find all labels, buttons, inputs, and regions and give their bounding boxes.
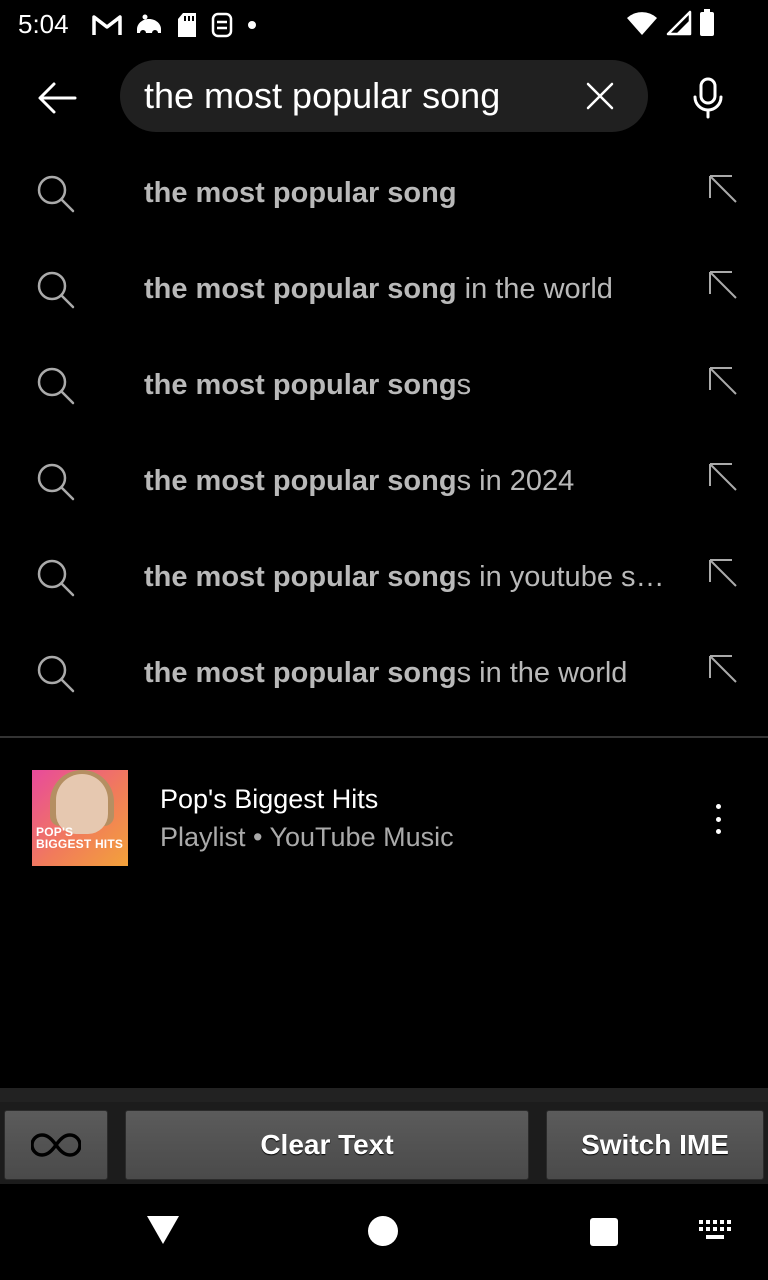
suggestion-list: the most popular song the most popular s… (0, 146, 768, 722)
ime-toolbar: Clear Text Switch IME (0, 1088, 768, 1184)
arrow-up-left-icon[interactable] (706, 268, 738, 300)
sd-card-icon (178, 13, 196, 37)
search-icon (37, 367, 75, 405)
suggestion-bold: the most popular song (144, 273, 457, 305)
suggestion-bold: the most popular song (144, 177, 457, 209)
suggestion-rest: s in 2024 (456, 465, 575, 497)
arrow-up-left-icon[interactable] (706, 172, 738, 204)
suggestion-text: the most popular song in the world (144, 270, 689, 308)
search-header (0, 48, 768, 148)
back-button[interactable] (30, 76, 84, 120)
more-vert-icon (715, 804, 721, 809)
result-subtitle: Playlist • YouTube Music (160, 822, 454, 852)
arrow-up-left-icon[interactable] (706, 556, 738, 588)
notification-dot-icon (248, 21, 256, 29)
voice-search-button[interactable] (688, 74, 728, 122)
nav-back-icon[interactable] (146, 1214, 180, 1246)
result-title: Pop's Biggest Hits (160, 784, 379, 814)
status-time: 5:04 (18, 9, 69, 39)
search-box (120, 60, 648, 132)
more-options-button[interactable] (706, 804, 730, 834)
suggestion-item[interactable]: the most popular songs in youtube s… (0, 530, 768, 626)
suggestion-bold: the most popular song (144, 657, 457, 689)
suggestion-item[interactable]: the most popular songs in 2024 (0, 434, 768, 530)
battery-icon (700, 9, 714, 36)
search-icon (37, 559, 75, 597)
suggestion-item[interactable]: the most popular song (0, 146, 768, 242)
suggestion-text: the most popular songs (144, 366, 689, 404)
suggestion-text: the most popular song (144, 174, 689, 212)
suggestion-item[interactable]: the most popular song in the world (0, 242, 768, 338)
clear-search-button[interactable] (580, 76, 620, 116)
search-input[interactable] (144, 72, 564, 120)
search-icon (37, 175, 75, 213)
nav-home-button[interactable] (368, 1216, 398, 1246)
result-item[interactable]: POP'S BIGGEST HITS Pop's Biggest Hits Pl… (0, 756, 768, 880)
status-icons-right (626, 9, 716, 37)
arrow-up-left-icon[interactable] (706, 364, 738, 396)
suggestion-item[interactable]: the most popular songs (0, 338, 768, 434)
suggestion-bold: the most popular song (144, 561, 457, 593)
suggestion-rest: s (456, 369, 472, 401)
sync-icon (211, 12, 233, 38)
android-auto-icon (137, 14, 161, 36)
status-bar: 5:04 (0, 0, 768, 48)
divider (0, 736, 768, 738)
suggestion-rest: in the world (456, 273, 613, 305)
wifi-icon (627, 12, 657, 36)
suggestion-rest: s in the world (456, 657, 628, 689)
suggestion-text: the most popular songs in youtube s… (144, 558, 689, 596)
search-icon (37, 463, 75, 501)
thumbnail-text: POP'S BIGGEST HITS (36, 825, 124, 851)
suggestion-text: the most popular songs in the world (144, 654, 689, 692)
ime-strip (0, 1088, 768, 1102)
gmail-icon (92, 15, 122, 35)
signal-icon (666, 10, 692, 36)
status-icons-left (92, 10, 258, 40)
arrow-up-left-icon[interactable] (706, 460, 738, 492)
navigation-bar (0, 1184, 768, 1280)
close-icon (586, 82, 614, 110)
suggestion-rest: s in youtube s… (456, 561, 665, 593)
arrow-up-left-icon[interactable] (706, 652, 738, 684)
nav-recents-button[interactable] (590, 1218, 618, 1246)
suggestion-item[interactable]: the most popular songs in the world (0, 626, 768, 722)
search-icon (37, 271, 75, 309)
ime-infinity-button[interactable] (4, 1110, 108, 1180)
arrow-back-icon (38, 82, 77, 114)
microphone-icon (693, 77, 723, 119)
keyboard-icon[interactable] (698, 1218, 732, 1242)
clear-text-button[interactable]: Clear Text (125, 1110, 529, 1180)
playlist-thumbnail: POP'S BIGGEST HITS (32, 770, 128, 866)
suggestion-text: the most popular songs in 2024 (144, 462, 689, 500)
infinity-icon (31, 1133, 81, 1157)
switch-ime-button[interactable]: Switch IME (546, 1110, 764, 1180)
suggestion-bold: the most popular song (144, 369, 457, 401)
search-icon (37, 655, 75, 693)
suggestion-bold: the most popular song (144, 465, 457, 497)
